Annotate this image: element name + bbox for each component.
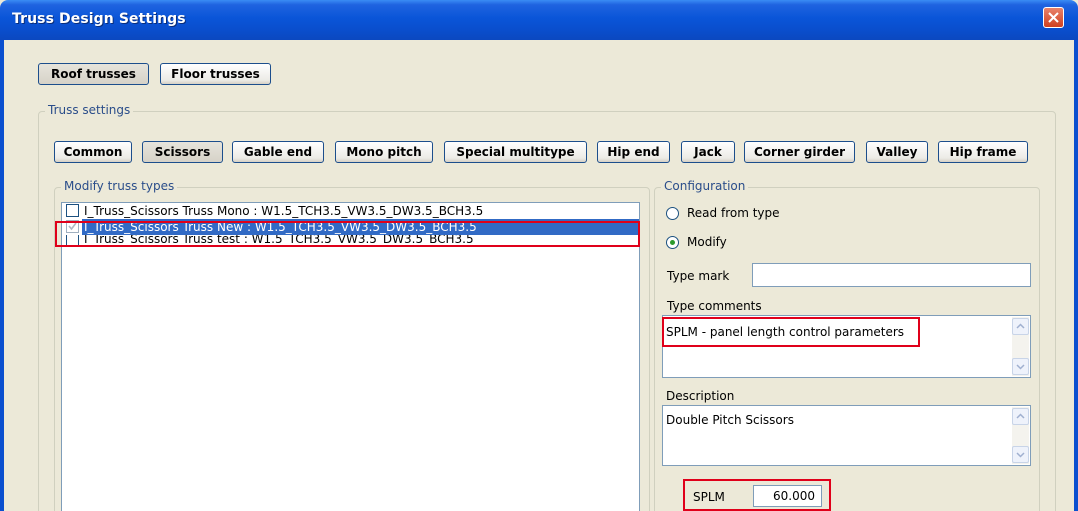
read-from-type-label: Read from type <box>687 206 780 220</box>
type-mark-input[interactable] <box>752 263 1031 287</box>
scroll-down-button[interactable] <box>1012 358 1029 375</box>
dialog-title: Truss Design Settings <box>12 11 186 27</box>
title-bar[interactable]: Truss Design Settings <box>0 0 1078 40</box>
roof-trusses-button[interactable]: Roof trusses <box>38 63 149 85</box>
type-comments-scrollbar[interactable] <box>1012 317 1029 376</box>
common-button[interactable]: Common <box>54 141 132 163</box>
chevron-down-icon <box>1016 452 1025 458</box>
list-item[interactable]: I_Truss_Scissors Truss Mono : W1.5_TCH3.… <box>64 203 638 219</box>
close-button[interactable] <box>1043 7 1064 28</box>
scissors-button[interactable]: Scissors <box>142 141 223 163</box>
type-mark-label: Type mark <box>667 269 730 283</box>
highlight-box-splm <box>683 479 831 511</box>
window-frame-left <box>0 40 4 511</box>
hip-end-button[interactable]: Hip end <box>597 141 670 163</box>
corner-girder-button[interactable]: Corner girder <box>744 141 855 163</box>
description-scrollbar[interactable] <box>1012 407 1029 464</box>
chevron-up-icon <box>1016 413 1025 419</box>
configuration-label: Configuration <box>661 179 749 193</box>
close-icon <box>1048 12 1059 23</box>
type-comments-label: Type comments <box>667 299 762 313</box>
highlight-box-selected-type <box>55 221 640 247</box>
gable-end-button[interactable]: Gable end <box>232 141 324 163</box>
mono-pitch-button[interactable]: Mono pitch <box>335 141 433 163</box>
chevron-up-icon <box>1016 323 1025 329</box>
radio-selected-dot <box>670 240 675 245</box>
window-frame-right <box>1074 40 1078 511</box>
hip-frame-button[interactable]: Hip frame <box>938 141 1028 163</box>
scroll-up-button[interactable] <box>1012 408 1029 425</box>
floor-trusses-button[interactable]: Floor trusses <box>160 63 271 85</box>
description-text: Double Pitch Scissors <box>666 413 794 427</box>
scroll-up-button[interactable] <box>1012 318 1029 335</box>
description-label: Description <box>666 389 735 403</box>
truss-settings-label: Truss settings <box>45 103 134 117</box>
scroll-down-button[interactable] <box>1012 446 1029 463</box>
list-item-label: I_Truss_Scissors Truss Mono : W1.5_TCH3.… <box>84 204 484 218</box>
truss-types-list[interactable]: I_Truss_Scissors Truss Mono : W1.5_TCH3.… <box>61 202 640 511</box>
modify-radio[interactable] <box>666 236 679 249</box>
valley-button[interactable]: Valley <box>866 141 928 163</box>
checkbox[interactable] <box>66 204 79 217</box>
description-textarea[interactable]: Double Pitch Scissors <box>662 405 1031 466</box>
highlight-box-type-comments <box>662 317 920 347</box>
truss-design-settings-dialog: Truss Design Settings Roof trusses Floor… <box>0 0 1078 511</box>
jack-button[interactable]: Jack <box>681 141 735 163</box>
chevron-down-icon <box>1016 364 1025 370</box>
special-multitype-button[interactable]: Special multitype <box>444 141 587 163</box>
modify-truss-types-label: Modify truss types <box>61 179 178 193</box>
modify-label: Modify <box>687 235 727 249</box>
read-from-type-radio[interactable] <box>666 207 679 220</box>
